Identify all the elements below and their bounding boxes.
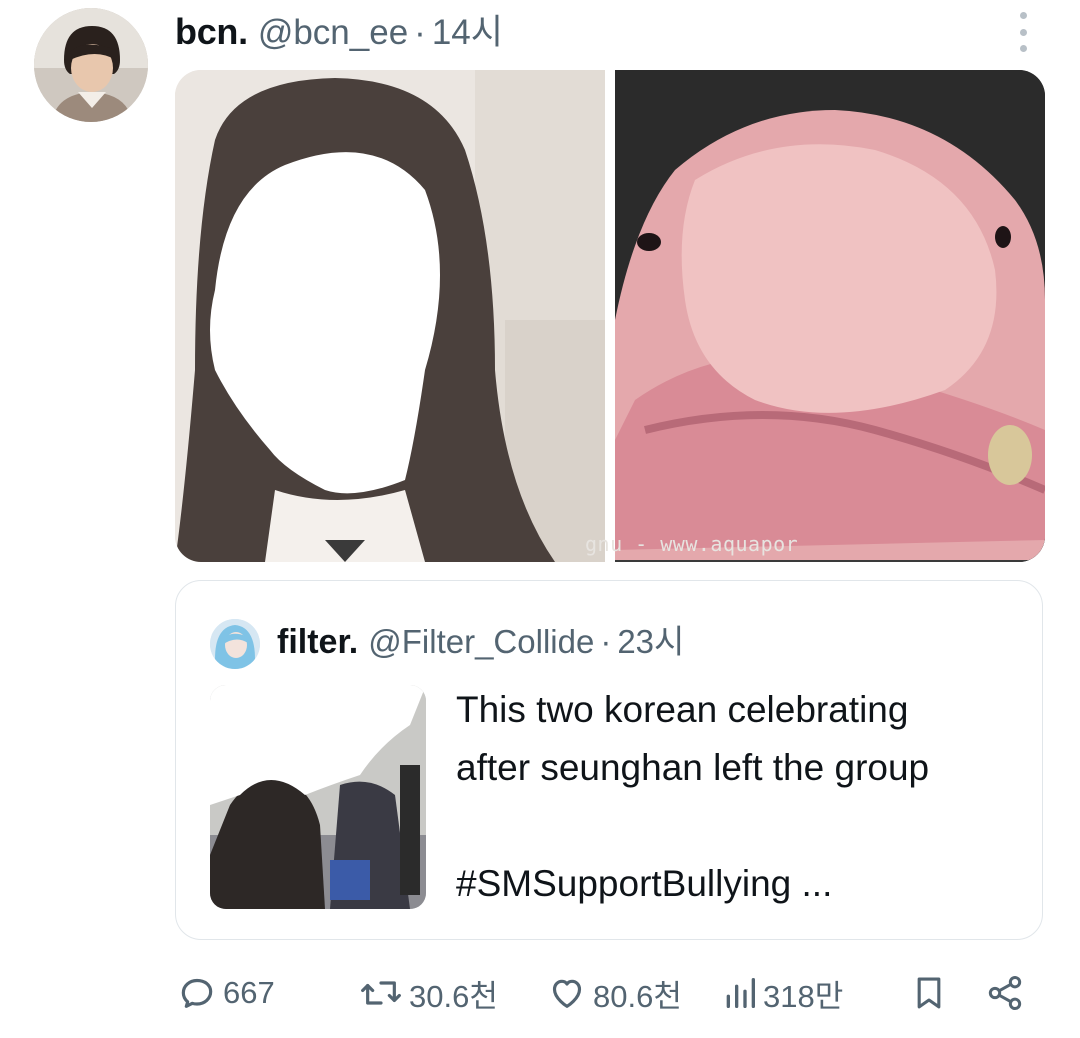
separator-dot: · <box>414 13 426 52</box>
tweet-media[interactable] <box>175 70 1045 562</box>
media-photo-right[interactable] <box>615 70 1045 562</box>
quoted-tweet-timestamp[interactable]: 23시 <box>617 615 684 663</box>
author-handle[interactable]: @bcn_ee <box>258 13 408 53</box>
reply-icon <box>181 978 213 1008</box>
text-spacer <box>456 797 1026 855</box>
separator-dot: · <box>600 623 612 660</box>
tweet-action-bar: 667 30.6천 80.6천 318만 <box>175 968 1045 1018</box>
views-icon <box>726 978 755 1008</box>
avatar-image <box>34 8 148 122</box>
like-button[interactable]: 80.6천 <box>547 968 682 1018</box>
quoted-author-avatar[interactable] <box>210 619 260 669</box>
share-button[interactable] <box>985 968 1025 1018</box>
heart-icon <box>552 979 582 1008</box>
views-button[interactable]: 318만 <box>723 968 843 1018</box>
author-name[interactable]: bcn. <box>175 11 248 53</box>
tweet-timestamp[interactable]: 14시 <box>432 4 503 55</box>
share-icon <box>988 976 1022 1010</box>
photo-person-redacted <box>175 70 605 562</box>
quoted-text-line-1: This two korean celebrating <box>456 689 909 730</box>
bookmark-icon <box>917 977 941 1009</box>
reply-button[interactable]: 667 <box>177 968 275 1018</box>
bookmark-button[interactable] <box>911 968 947 1018</box>
retweet-icon <box>361 981 401 1005</box>
retweet-button[interactable]: 30.6천 <box>359 968 498 1018</box>
quoted-tweet-header: filter. @Filter_Collide · 23시 <box>277 615 684 663</box>
quoted-avatar-image <box>210 619 260 669</box>
author-avatar[interactable] <box>34 8 148 122</box>
more-vertical-icon[interactable] <box>1008 12 1038 52</box>
quoted-tweet-text: This two korean celebrating after seungh… <box>456 681 1026 913</box>
quoted-text-line-2: after seunghan left the group <box>456 747 930 788</box>
image-watermark: gnu - www.aquapor <box>585 532 799 556</box>
quoted-tweet[interactable]: filter. @Filter_Collide · 23시 This two k… <box>175 580 1043 940</box>
reply-count: 667 <box>223 975 275 1010</box>
quoted-media-thumbnail[interactable] <box>210 685 426 909</box>
media-photo-left[interactable] <box>175 70 605 562</box>
views-count: 318만 <box>763 978 844 1014</box>
like-count: 80.6천 <box>593 978 682 1014</box>
quoted-author-handle[interactable]: @Filter_Collide <box>368 623 594 661</box>
thumbnail-image <box>210 685 426 909</box>
photo-blobfish <box>615 70 1045 562</box>
tweet-header: bcn. @bcn_ee · 14시 <box>175 4 503 52</box>
quoted-hashtag[interactable]: #SMSupportBullying ... <box>456 855 1026 913</box>
retweet-count: 30.6천 <box>409 978 498 1014</box>
quoted-author-name[interactable]: filter. <box>277 623 358 662</box>
